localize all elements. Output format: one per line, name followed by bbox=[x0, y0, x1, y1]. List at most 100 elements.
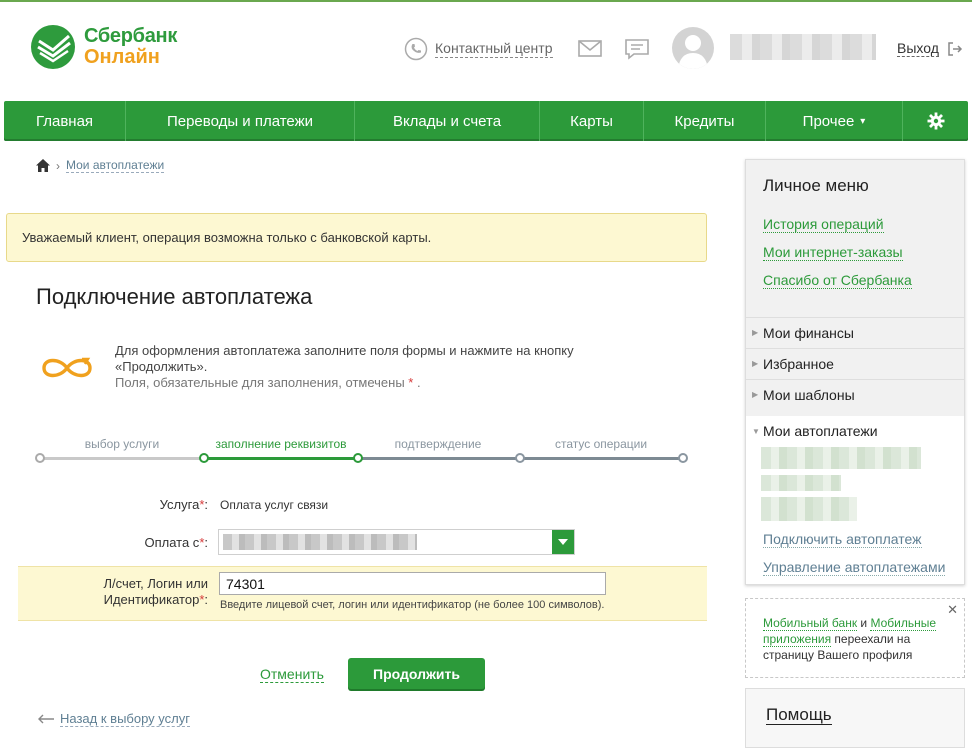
required-mark: * bbox=[408, 375, 414, 390]
main-nav: Главная Переводы и платежи Вклады и счет… bbox=[4, 101, 968, 141]
step-1-dot bbox=[35, 453, 45, 463]
payfrom-label: Оплата с*: bbox=[100, 535, 208, 550]
back-link[interactable]: Назад к выбору услуг bbox=[38, 711, 190, 727]
nav-transfers[interactable]: Переводы и платежи bbox=[126, 101, 355, 141]
card-number-blurred bbox=[223, 534, 417, 550]
sidebar-section-autopay[interactable]: ▼ Мои автоплатежи bbox=[746, 416, 964, 446]
select-dropdown-button[interactable] bbox=[552, 530, 574, 554]
sidebar-section-finances[interactable]: ▶ Мои финансы bbox=[746, 317, 964, 347]
label-colon: : bbox=[204, 497, 208, 512]
step-2-dot bbox=[199, 453, 209, 463]
sidebar-section-favorites[interactable]: ▶ Избранное bbox=[746, 348, 964, 378]
home-icon[interactable] bbox=[36, 159, 50, 172]
chevron-right-icon: ▶ bbox=[752, 359, 759, 368]
step-4-dot bbox=[515, 453, 525, 463]
page-title: Подключение автоплатежа bbox=[36, 284, 313, 309]
back-link-label: Назад к выбору услуг bbox=[60, 711, 190, 727]
personal-menu-title: Личное меню bbox=[763, 176, 869, 195]
nav-deposits[interactable]: Вклады и счета bbox=[355, 101, 540, 141]
contact-center-link[interactable]: Контактный центр bbox=[404, 36, 553, 62]
chevron-down-icon: ▾ bbox=[860, 115, 866, 127]
step-line-2 bbox=[204, 457, 358, 460]
autopay-infinity-icon bbox=[42, 357, 92, 378]
sidebar-link-spasibo[interactable]: Спасибо от Сбербанка bbox=[763, 272, 912, 289]
account-hint: Введите лицевой счет, логин или идентифи… bbox=[220, 599, 605, 611]
account-label-line-2: Идентификатор bbox=[103, 592, 200, 607]
chat-icon[interactable] bbox=[624, 38, 650, 60]
breadcrumb-current[interactable]: Мои автоплатежи bbox=[66, 158, 165, 173]
nav-other[interactable]: Прочее ▾ bbox=[766, 101, 903, 141]
sidebar-link-history[interactable]: История операций bbox=[763, 216, 884, 233]
sidebar-section-templates[interactable]: ▶ Мои шаблоны bbox=[746, 379, 964, 409]
chevron-right-icon: ▶ bbox=[752, 328, 759, 337]
chevron-down-icon bbox=[558, 539, 568, 545]
help-panel: Помощь bbox=[745, 688, 965, 748]
progress-stepper: выбор услуги заполнение реквизитов подтв… bbox=[34, 435, 690, 465]
intro-line-2-text: Поля, обязательные для заполнения, отмеч… bbox=[115, 375, 405, 390]
sidebar-link-connect-autopay[interactable]: Подключить автоплатеж bbox=[763, 531, 922, 548]
label-colon: : bbox=[204, 592, 208, 607]
nav-credits[interactable]: Кредиты bbox=[644, 101, 766, 141]
sberbank-logo-icon bbox=[31, 25, 75, 69]
sidebar-section-templates-label: Мои шаблоны bbox=[763, 386, 855, 403]
mobile-bank-link[interactable]: Мобильный банк bbox=[763, 616, 858, 631]
continue-button[interactable]: Продолжить bbox=[348, 658, 485, 689]
autopay-item-blurred[interactable] bbox=[761, 447, 921, 469]
mobile-bank-notice: ✕ Мобильный банк и Мобильные приложения … bbox=[745, 598, 965, 678]
autopay-item-blurred[interactable] bbox=[761, 497, 857, 521]
intro-line-1: Для оформления автоплатежа заполните пол… bbox=[115, 343, 574, 374]
notice-banner: Уважаемый клиент, операция возможна толь… bbox=[6, 213, 707, 262]
mail-icon[interactable] bbox=[578, 40, 602, 57]
payfrom-label-text: Оплата с bbox=[144, 535, 200, 550]
step-3-label: подтверждение bbox=[394, 437, 482, 451]
sidebar-section-favorites-label: Избранное bbox=[763, 355, 834, 372]
sidebar-link-orders[interactable]: Мои интернет-заказы bbox=[763, 244, 903, 261]
intro-text: Для оформления автоплатежа заполните пол… bbox=[115, 343, 655, 391]
cancel-link[interactable]: Отменить bbox=[260, 666, 324, 683]
intro-line-2: Поля, обязательные для заполнения, отмеч… bbox=[115, 375, 655, 391]
avatar[interactable] bbox=[672, 27, 714, 69]
top-accent-line bbox=[0, 0, 972, 2]
service-label: Услуга*: bbox=[100, 497, 208, 512]
logo-text-line2: Онлайн bbox=[84, 46, 160, 68]
logout-label: Выход bbox=[897, 40, 939, 57]
phone-icon bbox=[404, 37, 428, 61]
sidebar-section-autopay-label: Мои автоплатежи bbox=[763, 423, 878, 439]
logo-text-line1: Сбербанк bbox=[84, 25, 178, 47]
breadcrumb-separator-icon: › bbox=[56, 158, 60, 173]
gear-icon bbox=[927, 112, 944, 130]
mobile-bank-notice-text: Мобильный банк и Мобильные приложения пе… bbox=[763, 615, 953, 663]
step-2-label: заполнение реквизитов bbox=[215, 437, 347, 451]
service-label-text: Услуга bbox=[159, 497, 200, 512]
help-title[interactable]: Помощь bbox=[766, 705, 832, 725]
step-end-dot bbox=[678, 453, 688, 463]
nav-cards[interactable]: Карты bbox=[540, 101, 644, 141]
chevron-down-icon: ▼ bbox=[752, 426, 760, 436]
label-colon: : bbox=[204, 535, 208, 550]
sidebar-section-autopay-open: ▼ Мои автоплатежи Подключить автоплатеж У… bbox=[746, 416, 964, 584]
nav-main[interactable]: Главная bbox=[4, 101, 126, 141]
payfrom-select[interactable] bbox=[218, 529, 575, 555]
user-name-blurred[interactable] bbox=[730, 34, 876, 60]
account-input[interactable] bbox=[219, 572, 606, 595]
contact-center-label: Контактный центр bbox=[435, 40, 553, 58]
sidebar-section-finances-label: Мои финансы bbox=[763, 324, 854, 341]
step-3-dot bbox=[353, 453, 363, 463]
user-silhouette-icon bbox=[678, 35, 708, 69]
arrow-left-icon bbox=[38, 714, 54, 724]
step-4-label: статус операции bbox=[554, 437, 648, 451]
logout-link[interactable]: Выход bbox=[897, 40, 963, 57]
service-value: Оплата услуг связи bbox=[220, 498, 329, 512]
personal-menu: Личное меню История операций Мои интерне… bbox=[745, 159, 965, 585]
nav-other-label: Прочее bbox=[802, 112, 855, 130]
intro-period: . bbox=[416, 375, 421, 390]
logout-icon bbox=[948, 41, 962, 56]
promo-and: и bbox=[857, 616, 871, 630]
breadcrumb: › Мои автоплатежи bbox=[36, 158, 165, 173]
account-label-line-1: Л/счет, Логин или bbox=[103, 576, 208, 591]
step-line-1 bbox=[40, 457, 204, 460]
nav-settings[interactable] bbox=[903, 101, 968, 141]
autopay-item-blurred[interactable] bbox=[761, 475, 841, 491]
sberbank-logo[interactable]: Сбербанк Онлайн bbox=[30, 24, 190, 70]
sidebar-link-manage-autopay[interactable]: Управление автоплатежами bbox=[763, 559, 946, 576]
